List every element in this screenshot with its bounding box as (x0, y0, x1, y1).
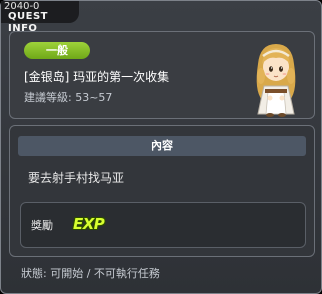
npc-portrait (256, 44, 296, 117)
quest-description: 要去射手村找马亚 (28, 171, 125, 185)
quest-info-window: 2040-0 QUEST INFO 一般 [金银岛] 玛亚的第一次收集 建議等級… (0, 0, 322, 294)
reward-label: 獎勵 (31, 219, 53, 232)
reward-box: 獎勵 EXP (20, 202, 306, 248)
level-requirement: 建議等級: 53~57 (24, 91, 113, 104)
quest-name: [金银岛] 玛亚的第一次收集 (24, 70, 170, 84)
exp-icon: EXP (73, 215, 105, 233)
title-tab: 2040-0 QUEST INFO (1, 1, 79, 34)
content-header: 內容 (18, 136, 306, 156)
quest-status: 狀態: 可開始 / 不可執行任務 (21, 267, 160, 280)
quest-category-badge: 一般 (24, 42, 90, 59)
quest-header-panel: 一般 [金银岛] 玛亚的第一次收集 建議等級: 53~57 (9, 31, 315, 119)
quest-content-panel: 內容 要去射手村找马亚 獎勵 EXP (9, 125, 315, 257)
